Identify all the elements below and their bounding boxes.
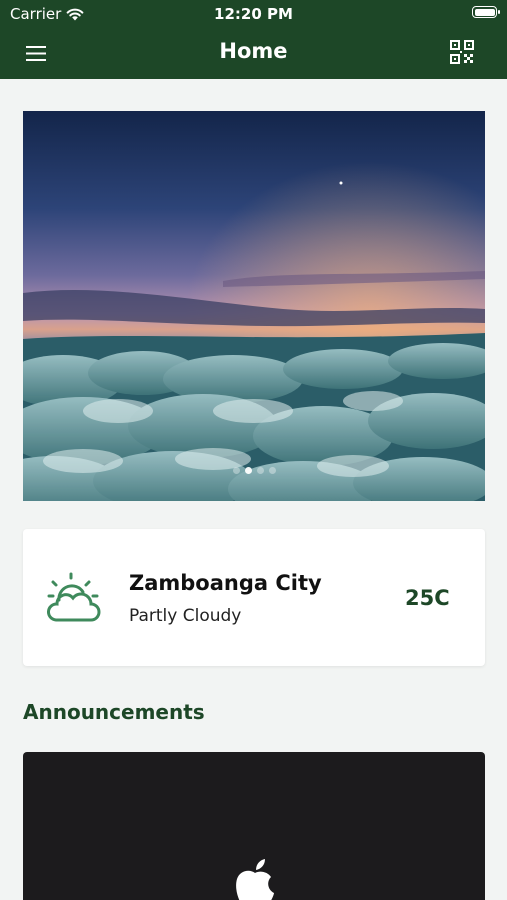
apple-logo-icon: [236, 859, 274, 900]
status-bar: Carrier 12:20 PM: [0, 0, 507, 28]
carousel-dot[interactable]: [232, 467, 240, 474]
weather-temperature: 25C: [405, 586, 450, 610]
hero-image: [23, 111, 485, 501]
qr-scan-button[interactable]: [449, 39, 479, 69]
app-header: Carrier 12:20 PM Home: [0, 0, 507, 79]
carousel-dot[interactable]: [256, 467, 264, 474]
weather-card[interactable]: Zamboanga City Partly Cloudy 25C: [23, 529, 485, 666]
status-time: 12:20 PM: [214, 5, 293, 23]
page-title: Home: [219, 39, 288, 63]
partly-cloudy-icon: [47, 572, 101, 622]
carousel-dot[interactable]: [268, 467, 276, 474]
nav-bar: Home: [0, 28, 507, 79]
carousel-dots[interactable]: [23, 467, 485, 474]
home-screen: Carrier 12:20 PM Home Zamboanga City Par…: [0, 0, 507, 900]
qr-scan-icon: [450, 40, 474, 64]
carousel-dot-active[interactable]: [244, 467, 252, 474]
announcements-heading: Announcements: [23, 700, 205, 724]
weather-city: Zamboanga City: [129, 571, 322, 595]
announcement-card[interactable]: [23, 752, 485, 900]
hero-carousel[interactable]: [23, 111, 485, 501]
weather-condition: Partly Cloudy: [129, 606, 242, 626]
battery-icon: [472, 6, 500, 18]
